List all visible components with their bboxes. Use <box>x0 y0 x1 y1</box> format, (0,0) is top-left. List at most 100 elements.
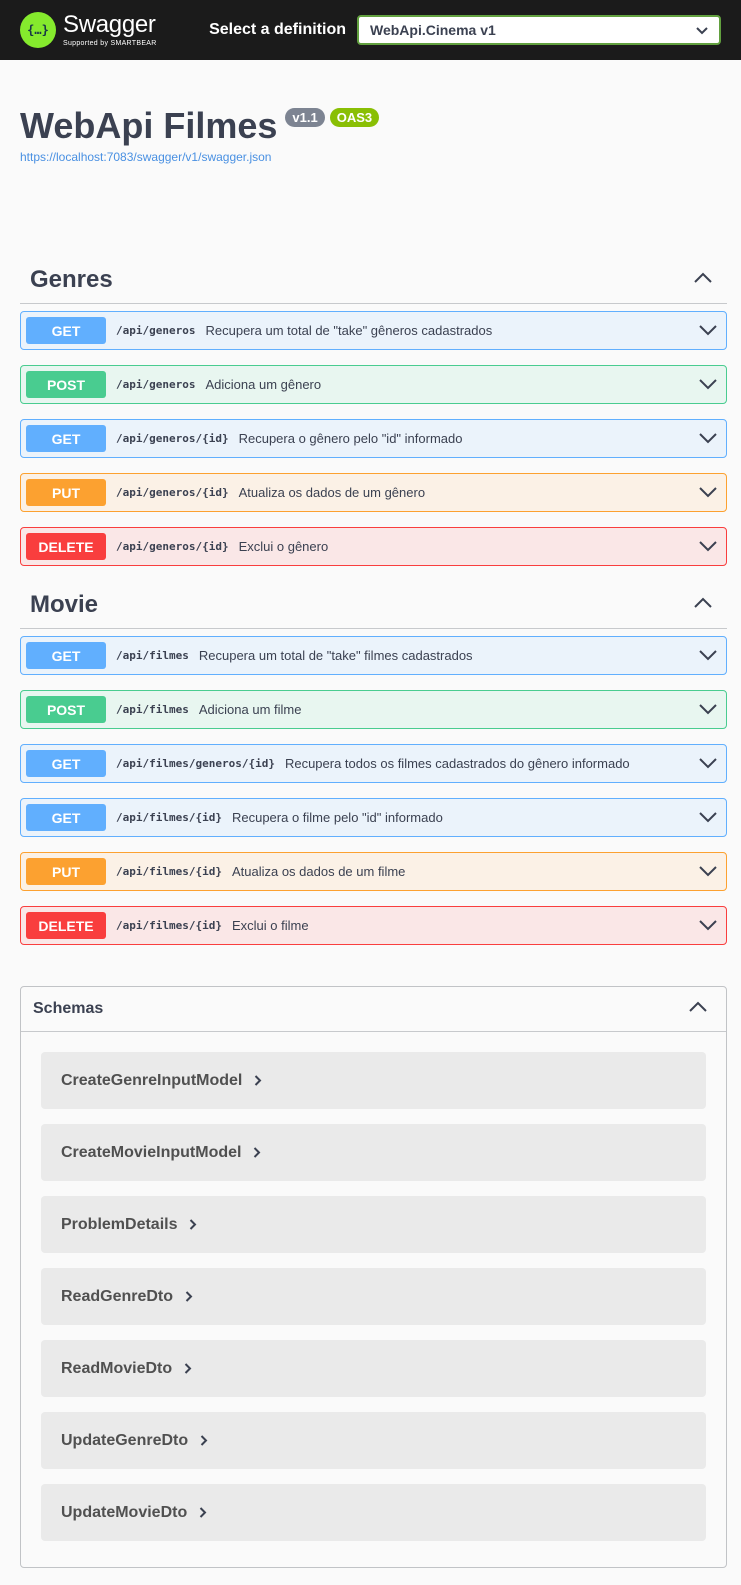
chevron-right-icon[interactable] <box>253 1147 261 1158</box>
tag-header[interactable]: Movie <box>20 581 727 629</box>
method-badge: GET <box>26 317 106 344</box>
method-badge: POST <box>26 371 106 398</box>
chevron-down-icon[interactable] <box>698 378 718 392</box>
svg-text:{…}: {…} <box>27 23 49 37</box>
operation-path: /api/filmes/{id} <box>116 811 222 824</box>
operation-get[interactable]: GET/api/filmes/generos/{id} Recupera todo… <box>20 744 727 783</box>
operation-path: /api/generos <box>116 324 196 337</box>
schema-model[interactable]: CreateGenreInputModel <box>41 1052 706 1109</box>
tag-header[interactable]: Genres <box>20 256 727 304</box>
operation-path: /api/filmes <box>116 649 189 662</box>
operation-get[interactable]: GET/api/filmes/{id} Recupera o filme pelo… <box>20 798 727 837</box>
schemas-list: CreateGenreInputModel CreateMovieInputMod… <box>21 1032 726 1541</box>
api-info: WebApi Filmes v1.1 OAS3 https://localhos… <box>0 60 741 256</box>
operation-delete[interactable]: DELETE/api/filmes/{id} Exclui o filme <box>20 906 727 945</box>
operation-get[interactable]: GET/api/generos Recupera um total de "tak… <box>20 311 727 350</box>
definition-select[interactable]: WebApi.Cinema v1 <box>357 15 721 45</box>
schema-model-name: CreateGenreInputModel <box>61 1071 243 1089</box>
operation-get[interactable]: GET/api/generos/{id} Recupera o gênero pe… <box>20 419 727 458</box>
brand-subtitle: Supported by SMARTBEAR <box>63 39 157 47</box>
chevron-down-icon[interactable] <box>698 432 718 446</box>
operation-put[interactable]: PUT/api/filmes/{id} Atualiza os dados de … <box>20 852 727 891</box>
operation-summary: Recupera o gênero pelo "id" informado <box>238 431 463 446</box>
chevron-right-icon[interactable] <box>185 1291 193 1302</box>
schema-model-name: UpdateGenreDto <box>61 1431 189 1449</box>
operations-container: Genres GET/api/generos Recupera um total d… <box>0 256 741 945</box>
chevron-down-icon[interactable] <box>698 703 718 717</box>
tag-title: Genres <box>30 265 113 293</box>
chevron-down-icon <box>696 22 708 38</box>
chevron-right-icon[interactable] <box>200 1435 208 1446</box>
schema-model[interactable]: CreateMovieInputModel <box>41 1124 706 1181</box>
chevron-right-icon[interactable] <box>254 1075 262 1086</box>
tag-title: Movie <box>30 590 99 618</box>
method-badge: GET <box>26 642 106 669</box>
version-badge: v1.1 <box>285 108 325 127</box>
operation-summary: Atualiza os dados de um gênero <box>238 485 426 500</box>
schemas-section: Schemas CreateGenreInputModel CreateMovie… <box>20 986 727 1568</box>
operation-path: /api/filmes/{id} <box>116 919 222 932</box>
schema-model-name: CreateMovieInputModel <box>61 1143 242 1161</box>
operation-path: /api/filmes <box>116 703 189 716</box>
schema-model-name: ProblemDetails <box>61 1215 178 1233</box>
chevron-down-icon[interactable] <box>698 865 718 879</box>
spec-url-link[interactable]: https://localhost:7083/swagger/v1/swagge… <box>20 150 721 164</box>
page-title: WebApi Filmes <box>20 105 278 146</box>
definition-select-value: WebApi.Cinema v1 <box>370 22 496 38</box>
method-badge: POST <box>26 696 106 723</box>
method-badge: GET <box>26 804 106 831</box>
operation-path: /api/generos <box>116 378 196 391</box>
tag-section-movie: Movie GET/api/filmes Recupera um total de … <box>20 581 727 945</box>
schema-model[interactable]: ProblemDetails <box>41 1196 706 1253</box>
operation-path: /api/filmes/generos/{id} <box>116 757 275 770</box>
operation-summary: Exclui o gênero <box>238 539 329 554</box>
method-badge: PUT <box>26 858 106 885</box>
schema-model[interactable]: ReadMovieDto <box>41 1340 706 1397</box>
chevron-down-icon[interactable] <box>698 811 718 825</box>
operation-summary: Adiciona um filme <box>198 702 302 717</box>
tag-section-genres: Genres GET/api/generos Recupera um total d… <box>20 256 727 566</box>
chevron-down-icon[interactable] <box>698 649 718 663</box>
operation-summary: Recupera todos os filmes cadastrados do … <box>284 756 630 771</box>
operation-summary: Recupera um total de "take" gêneros cada… <box>205 323 493 338</box>
method-badge: PUT <box>26 479 106 506</box>
operation-post[interactable]: POST/api/filmes Adiciona um filme <box>20 690 727 729</box>
operation-put[interactable]: PUT/api/generos/{id} Atualiza os dados de… <box>20 473 727 512</box>
operation-path: /api/generos/{id} <box>116 432 229 445</box>
schema-model[interactable]: UpdateGenreDto <box>41 1412 706 1469</box>
schemas-header[interactable]: Schemas <box>21 987 726 1032</box>
operation-summary: Adiciona um gênero <box>205 377 322 392</box>
swagger-logo-icon: {…} <box>20 12 56 48</box>
schema-model[interactable]: ReadGenreDto <box>41 1268 706 1325</box>
operation-summary: Atualiza os dados de um filme <box>231 864 406 879</box>
chevron-up-icon[interactable] <box>688 1000 708 1018</box>
chevron-down-icon[interactable] <box>698 324 718 338</box>
chevron-down-icon[interactable] <box>698 919 718 933</box>
operation-summary: Recupera um total de "take" filmes cadas… <box>198 648 473 663</box>
schemas-title: Schemas <box>33 1000 104 1017</box>
chevron-right-icon[interactable] <box>189 1219 197 1230</box>
top-bar: {…} Swagger Supported by SMARTBEAR Selec… <box>0 0 741 60</box>
chevron-up-icon[interactable] <box>693 596 713 614</box>
operation-path: /api/generos/{id} <box>116 486 229 499</box>
operation-summary: Recupera o filme pelo "id" informado <box>231 810 443 825</box>
swagger-logo[interactable]: {…} Swagger Supported by SMARTBEAR <box>20 12 157 48</box>
chevron-right-icon[interactable] <box>184 1363 192 1374</box>
schema-model-name: ReadGenreDto <box>61 1287 174 1305</box>
method-badge: DELETE <box>26 912 106 939</box>
chevron-down-icon[interactable] <box>698 757 718 771</box>
operation-post[interactable]: POST/api/generos Adiciona um gênero <box>20 365 727 404</box>
method-badge: GET <box>26 425 106 452</box>
chevron-up-icon[interactable] <box>693 271 713 289</box>
chevron-down-icon[interactable] <box>698 540 718 554</box>
method-badge: DELETE <box>26 533 106 560</box>
chevron-right-icon[interactable] <box>199 1507 207 1518</box>
chevron-down-icon[interactable] <box>698 486 718 500</box>
schema-model[interactable]: UpdateMovieDto <box>41 1484 706 1541</box>
operation-get[interactable]: GET/api/filmes Recupera um total de "take… <box>20 636 727 675</box>
oas-badge: OAS3 <box>329 108 380 127</box>
definition-label: Select a definition <box>209 21 346 38</box>
operation-delete[interactable]: DELETE/api/generos/{id} Exclui o gênero <box>20 527 727 566</box>
schema-model-name: ReadMovieDto <box>61 1359 173 1377</box>
method-badge: GET <box>26 750 106 777</box>
